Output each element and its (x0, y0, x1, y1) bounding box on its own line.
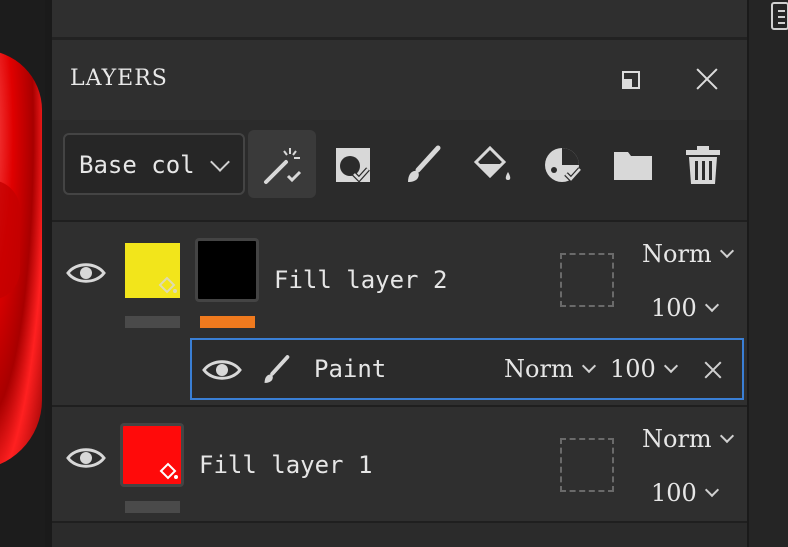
layer-name[interactable]: Fill layer 1 (199, 451, 372, 479)
channel-dropdown-value: Base col (79, 151, 195, 179)
eye-icon[interactable] (66, 260, 106, 286)
blend-mode-dropdown[interactable]: Norm (642, 240, 734, 268)
magic-wand-icon (264, 148, 302, 184)
opacity-dropdown[interactable]: 100 (651, 479, 719, 507)
trash-icon (686, 146, 720, 184)
layer-color-thumbnail[interactable] (120, 423, 184, 487)
eye-icon[interactable] (66, 445, 106, 471)
layers-empty-area (52, 523, 747, 547)
fill-bucket-icon (158, 276, 177, 294)
close-icon[interactable] (692, 64, 722, 94)
red-model-shade (0, 180, 20, 300)
brush-icon (264, 355, 290, 383)
blend-mode-value: Norm (642, 425, 712, 453)
chevron-down-icon (704, 482, 719, 498)
mask-icon (336, 148, 370, 183)
add-fill-layer-button[interactable] (458, 130, 526, 198)
viewport-3d[interactable] (0, 0, 45, 547)
add-paint-layer-button[interactable] (388, 130, 456, 198)
blend-mode-value: Norm (504, 355, 574, 383)
panel-title: LAYERS (70, 66, 168, 91)
chevron-down-icon (581, 358, 596, 374)
opacity-value: 100 (610, 355, 656, 383)
effect-row-paint[interactable]: Paint Norm 100 (190, 338, 744, 400)
blend-mode-dropdown[interactable]: Norm (642, 425, 734, 453)
layer-row[interactable]: Fill layer 1 Norm 100 (52, 407, 747, 523)
restore-window-icon[interactable] (622, 71, 640, 89)
eye-icon[interactable] (202, 357, 242, 383)
right-dock (747, 0, 788, 547)
add-folder-button[interactable] (598, 130, 666, 198)
effect-name[interactable]: Paint (314, 355, 386, 383)
folder-icon (614, 152, 652, 180)
close-icon[interactable] (702, 359, 724, 381)
layer-thumbnail-placeholder (560, 253, 614, 307)
panel-splitter[interactable] (45, 0, 52, 547)
effect-opacity-dropdown[interactable]: 100 (610, 355, 678, 383)
delete-layer-button[interactable] (668, 130, 736, 198)
chevron-down-icon (663, 358, 678, 374)
layer-mask-bar (200, 316, 255, 328)
layer-row[interactable]: Fill layer 2 Norm 100 Paint Norm 100 (52, 222, 747, 407)
opacity-value: 100 (651, 479, 697, 507)
opacity-dropdown[interactable]: 100 (651, 294, 719, 322)
upper-panel-edge (52, 0, 747, 40)
layer-name[interactable]: Fill layer 2 (274, 266, 447, 294)
layer-mask-thumbnail[interactable] (195, 238, 259, 302)
add-effect-button[interactable] (248, 130, 316, 198)
chevron-down-icon (719, 243, 734, 259)
chevron-down-icon (704, 297, 719, 313)
brush-icon (408, 145, 441, 182)
layer-thumbnail-placeholder (560, 438, 614, 492)
add-smart-mask-button[interactable] (528, 130, 596, 198)
layers-panel: LAYERS Base col Fill layer 2 Norm 100 Pa… (52, 40, 747, 547)
layer-color-bar (125, 501, 180, 513)
blend-mode-value: Norm (642, 240, 712, 268)
channel-dropdown[interactable]: Base col (63, 133, 245, 195)
effect-blend-mode-dropdown[interactable]: Norm (504, 355, 596, 383)
panel-header: LAYERS (52, 40, 747, 120)
layers-toolbar: Base col (52, 120, 747, 222)
add-mask-button[interactable] (318, 130, 386, 198)
smart-mask-icon (545, 148, 582, 183)
fill-bucket-icon (473, 145, 511, 180)
properties-icon[interactable] (771, 2, 788, 30)
fill-bucket-icon (159, 462, 178, 480)
chevron-down-icon (719, 428, 734, 444)
layer-color-bar (125, 316, 180, 328)
layer-color-thumbnail[interactable] (125, 243, 180, 298)
opacity-value: 100 (651, 294, 697, 322)
chevron-down-icon (210, 152, 230, 172)
